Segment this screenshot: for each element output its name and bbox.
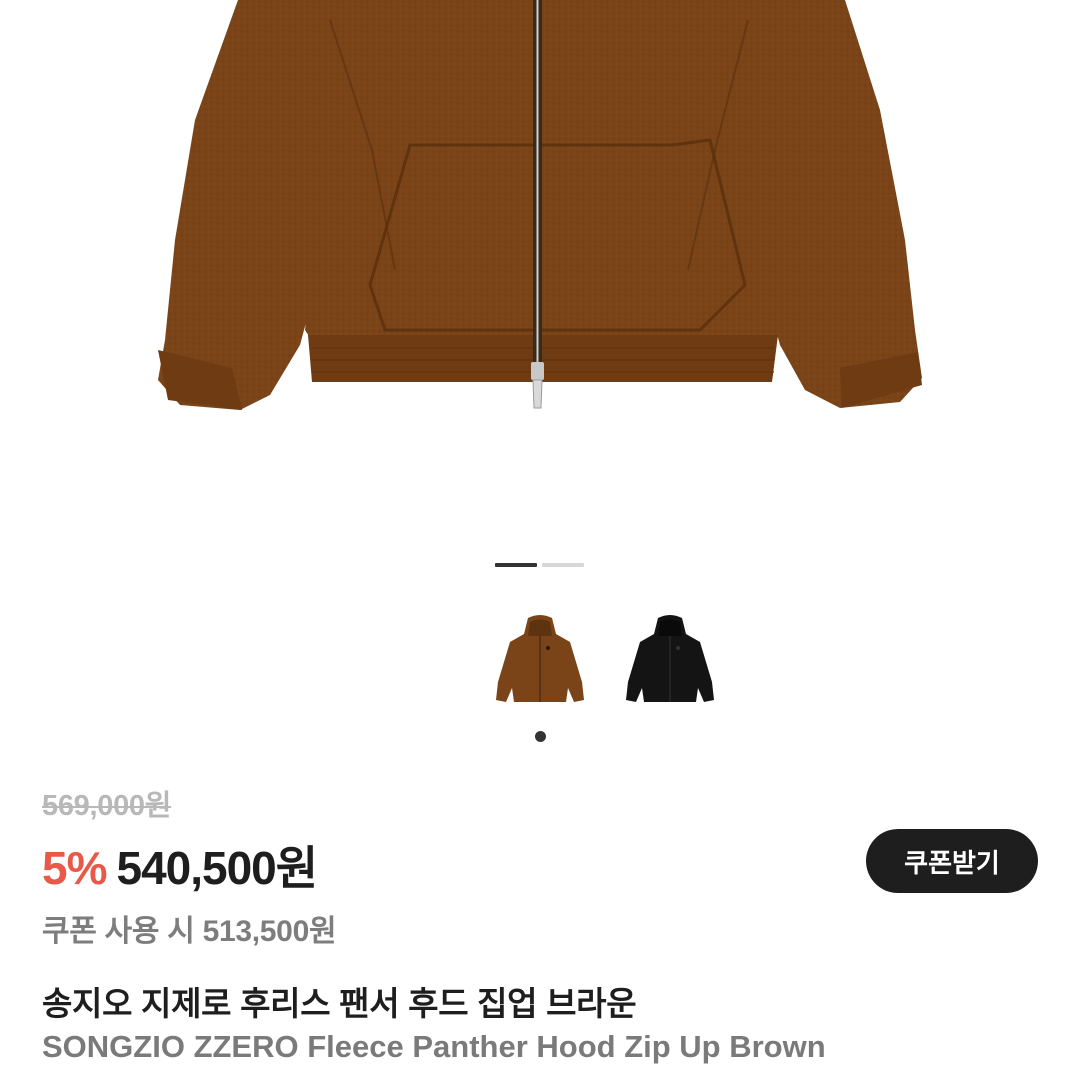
variant-thumbnail-black[interactable]	[620, 612, 720, 712]
selected-variant-dot	[535, 731, 546, 742]
coupon-price-note: 쿠폰 사용 시 513,500원	[42, 915, 337, 948]
sale-price: 540,500원	[116, 842, 318, 894]
get-coupon-button[interactable]: 쿠폰받기	[866, 829, 1038, 893]
brown-fleece-jacket-image	[158, 0, 922, 410]
brown-hoodie-thumbnail-icon	[496, 615, 584, 702]
product-name-english: SONGZIO ZZERO Fleece Panther Hood Zip Up…	[42, 1029, 826, 1064]
color-variant-list	[490, 612, 730, 712]
black-hoodie-thumbnail-icon	[626, 615, 714, 702]
carousel-indicator-inactive[interactable]	[542, 563, 584, 567]
product-hero-image[interactable]	[0, 0, 1080, 540]
carousel-indicator	[495, 563, 584, 567]
discount-rate: 5%	[42, 842, 107, 894]
price-row: 5% 540,500원	[42, 832, 318, 898]
carousel-indicator-active[interactable]	[495, 563, 537, 567]
product-name-korean: 송지오 지제로 후리스 팬서 후드 집업 브라운	[42, 985, 637, 1022]
variant-thumbnail-brown[interactable]	[490, 612, 590, 712]
original-price: 569,000원	[42, 790, 172, 822]
